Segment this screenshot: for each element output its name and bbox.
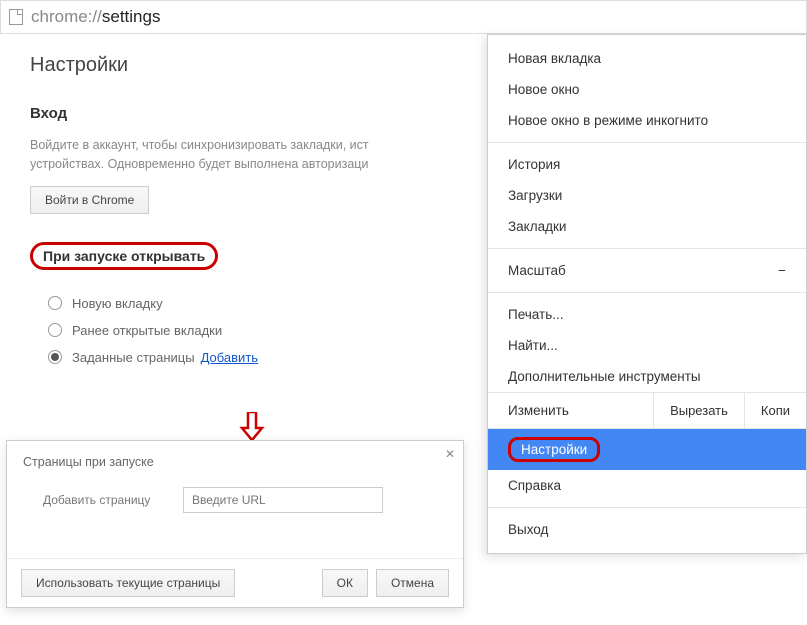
menu-edit-row: Изменить Вырезать Копи <box>488 392 806 429</box>
menu-separator <box>488 248 806 249</box>
menu-new-window[interactable]: Новое окно <box>488 74 806 105</box>
arrow-down-icon <box>238 412 266 442</box>
menu-downloads[interactable]: Загрузки <box>488 180 806 211</box>
startup-radio-new-tab[interactable]: Новую вкладку <box>48 296 445 311</box>
close-icon[interactable]: ✕ <box>445 447 455 461</box>
menu-edit-label: Изменить <box>488 393 653 428</box>
cancel-button[interactable]: Отмена <box>376 569 449 597</box>
menu-new-tab[interactable]: Новая вкладка <box>488 43 806 74</box>
startup-heading: При запуске открывать <box>43 248 205 264</box>
radio-label: Новую вкладку <box>72 296 163 311</box>
use-current-pages-button[interactable]: Использовать текущие страницы <box>21 569 235 597</box>
menu-bookmarks[interactable]: Закладки <box>488 211 806 242</box>
url-path: settings <box>102 7 161 26</box>
menu-separator <box>488 142 806 143</box>
page-icon <box>9 9 23 25</box>
menu-copy[interactable]: Копи <box>744 393 806 428</box>
settings-page: Настройки Вход Войдите в аккаунт, чтобы … <box>0 34 475 397</box>
login-section: Вход Войдите в аккаунт, чтобы синхронизи… <box>30 105 445 214</box>
page-title: Настройки <box>30 54 445 77</box>
startup-heading-highlight: При запуске открывать <box>30 242 218 270</box>
menu-separator <box>488 292 806 293</box>
dialog-footer: Использовать текущие страницы ОК Отмена <box>7 558 463 607</box>
startup-pages-dialog: ✕ Страницы при запуске Добавить страницу… <box>6 440 464 608</box>
menu-cut[interactable]: Вырезать <box>653 393 744 428</box>
radio-label: Ранее открытые вкладки <box>72 323 222 338</box>
add-pages-link[interactable]: Добавить <box>201 350 258 365</box>
url-scheme: chrome:// <box>31 7 102 26</box>
menu-settings-highlight: Настройки <box>508 437 600 462</box>
menu-separator <box>488 507 806 508</box>
url-text: chrome://settings <box>31 7 160 27</box>
startup-section: При запуске открывать Новую вкладку Ране… <box>30 242 445 365</box>
dialog-title: Страницы при запуске <box>23 455 447 469</box>
menu-zoom[interactable]: Масштаб − <box>488 255 806 286</box>
address-bar[interactable]: chrome://settings <box>0 0 807 34</box>
menu-find[interactable]: Найти... <box>488 330 806 361</box>
menu-settings[interactable]: Настройки <box>488 429 806 470</box>
radio-icon <box>48 296 62 310</box>
ok-button[interactable]: ОК <box>322 569 368 597</box>
menu-incognito[interactable]: Новое окно в режиме инкогнито <box>488 105 806 136</box>
sign-in-button[interactable]: Войти в Chrome <box>30 186 149 214</box>
add-page-label: Добавить страницу <box>43 493 183 507</box>
startup-radio-specific-pages[interactable]: Заданные страницы Добавить <box>48 350 445 365</box>
add-page-input[interactable] <box>183 487 383 513</box>
menu-zoom-label: Масштаб <box>508 263 566 278</box>
add-page-field-row: Добавить страницу <box>43 487 447 513</box>
menu-help[interactable]: Справка <box>488 470 806 501</box>
chrome-menu: Новая вкладка Новое окно Новое окно в ре… <box>487 34 807 554</box>
login-description: Войдите в аккаунт, чтобы синхронизироват… <box>30 136 445 174</box>
radio-icon <box>48 323 62 337</box>
menu-history[interactable]: История <box>488 149 806 180</box>
login-heading: Вход <box>30 105 445 122</box>
startup-radio-previous[interactable]: Ранее открытые вкладки <box>48 323 445 338</box>
menu-exit[interactable]: Выход <box>488 514 806 545</box>
radio-label: Заданные страницы <box>72 350 195 365</box>
menu-print[interactable]: Печать... <box>488 299 806 330</box>
menu-tools[interactable]: Дополнительные инструменты <box>488 361 806 392</box>
zoom-minus-icon[interactable]: − <box>778 263 786 278</box>
radio-icon <box>48 350 62 364</box>
